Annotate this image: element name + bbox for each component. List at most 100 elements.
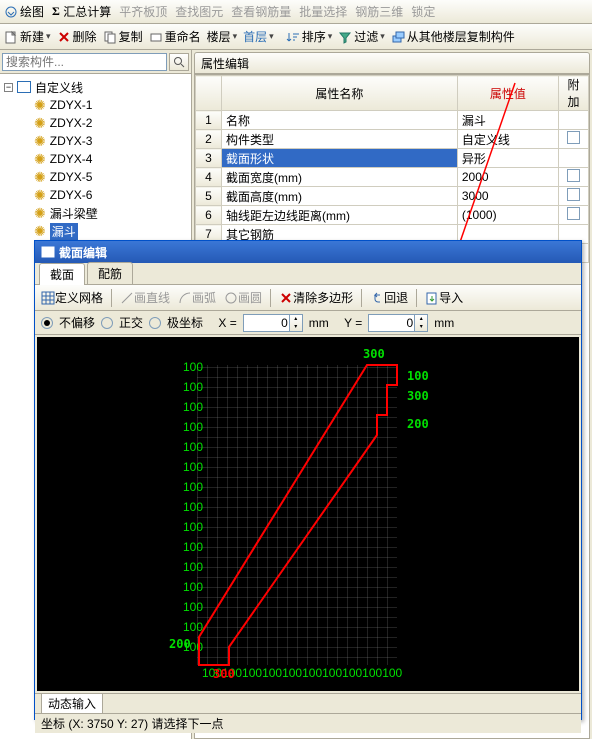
component-icon: ✺ [34, 116, 46, 130]
line-button[interactable]: 画直线 [120, 289, 170, 306]
dim-r3: 200 [407, 417, 429, 431]
tree-item-label: ZDYX-2 [50, 116, 93, 130]
window-title[interactable]: 截面编辑 [35, 241, 581, 263]
component-icon: ✺ [34, 98, 46, 112]
rename-button[interactable]: 重命名 [149, 28, 201, 45]
dynamic-input-button[interactable]: 动态输入 [41, 693, 103, 714]
extra-checkbox[interactable] [567, 169, 580, 182]
new-button[interactable]: 新建 [4, 28, 51, 45]
search-bar [0, 50, 191, 74]
delete-button[interactable]: 删除 [57, 28, 97, 45]
tree-item[interactable]: ✺ZDYX-4 [4, 150, 187, 168]
clear-button[interactable]: 清除多边形 [279, 289, 353, 306]
clear-icon [279, 291, 293, 305]
tree-item[interactable]: ✺ ZDYX-2 [4, 114, 187, 132]
search-input[interactable] [2, 53, 167, 71]
grid-icon [41, 291, 55, 305]
property-row[interactable]: 4截面宽度(mm)2000 [196, 168, 589, 187]
tree-item[interactable]: ✺ ZDYX-5 [4, 168, 187, 186]
dim-bl: 200 [169, 637, 191, 651]
property-row[interactable]: 6轴线距左边线距离(mm)(1000) [196, 206, 589, 225]
svg-text:100: 100 [183, 360, 203, 374]
ribbon-lock: 锁定 [411, 3, 435, 20]
property-row[interactable]: 2构件类型自定义线 [196, 130, 589, 149]
circle-icon [224, 291, 238, 305]
filter-icon [338, 30, 352, 44]
radio-ortho[interactable] [101, 317, 113, 329]
radio-polar[interactable] [149, 317, 161, 329]
tab-section[interactable]: 截面 [39, 263, 85, 285]
svg-text:100: 100 [183, 380, 203, 394]
editor-toolbar: 定义网格 画直线 画弧 画圆 清除多边形 回退 导入 [35, 285, 581, 311]
extra-checkbox[interactable] [567, 131, 580, 144]
collapse-icon[interactable]: − [4, 83, 13, 92]
circle-button[interactable]: 画圆 [224, 289, 262, 306]
tree-item-label: ZDYX-3 [50, 134, 93, 148]
main-toolbar: 新建 删除 复制 重命名 楼层 首层 排序 过滤 从其他楼层复制构件 [0, 24, 592, 50]
ribbon-draw[interactable]: 绘图 [4, 3, 44, 20]
import-button[interactable]: 导入 [425, 289, 463, 306]
sort-button[interactable]: 排序 [286, 28, 333, 45]
property-row[interactable]: 5截面高度(mm)3000 [196, 187, 589, 206]
tree-item-label: ZDYX-5 [50, 170, 93, 184]
tree-item-label: 漏斗 [50, 223, 78, 240]
arc-button[interactable]: 画弧 [178, 289, 216, 306]
property-editor-title: 属性编辑 [194, 52, 590, 74]
sort-icon [286, 30, 300, 44]
floor-dropdown[interactable]: 楼层 [207, 28, 238, 45]
tree-root-label: 自定义线 [35, 79, 83, 96]
radio-nooffset[interactable] [41, 317, 53, 329]
component-icon: ✺ [34, 224, 46, 238]
col-rownum [196, 76, 222, 111]
tree-item-label: ZDYX-6 [50, 188, 93, 202]
svg-text:100: 100 [183, 460, 203, 474]
svg-text:100: 100 [183, 580, 203, 594]
new-icon [4, 30, 18, 44]
svg-text:100: 100 [183, 620, 203, 634]
tree-item[interactable]: ✺ 漏斗 [4, 222, 187, 240]
import-icon [425, 291, 439, 305]
svg-text:100: 100 [183, 520, 203, 534]
tree-item[interactable]: ✺ ZDYX-1 [4, 96, 187, 114]
col-name[interactable]: 属性名称 [222, 76, 458, 111]
tree-item[interactable]: ✺漏斗梁壁 [4, 204, 187, 222]
copy-from-floor-button[interactable]: 从其他楼层复制构件 [391, 28, 515, 45]
tree-item[interactable]: ✺ZDYX-6 [4, 186, 187, 204]
y-input[interactable]: 0 [368, 314, 428, 332]
ribbon-align: 平齐板顶 [119, 3, 167, 20]
copy-icon [103, 30, 117, 44]
window-icon [41, 245, 55, 259]
x-input[interactable]: 0 [243, 314, 303, 332]
copy-floor-icon [391, 30, 405, 44]
rename-icon [149, 30, 163, 44]
dim-r2: 300 [407, 389, 429, 403]
ribbon-rebar-3d: 钢筋三维 [355, 3, 403, 20]
svg-text:100: 100 [183, 500, 203, 514]
property-row[interactable]: 3截面形状异形 [196, 149, 589, 168]
filter-button[interactable]: 过滤 [338, 28, 385, 45]
col-extra[interactable]: 附加 [559, 76, 589, 111]
component-icon: ✺ [34, 152, 46, 166]
svg-text:100: 100 [183, 600, 203, 614]
tree-item-label: ZDYX-1 [50, 98, 93, 112]
copy-button[interactable]: 复制 [103, 28, 143, 45]
search-button[interactable] [169, 53, 189, 71]
section-canvas[interactable]: 100100100 100100100 100100100 100100100 … [37, 337, 579, 691]
col-value[interactable]: 属性值 [457, 76, 558, 111]
tree-root[interactable]: − 自定义线 [4, 78, 187, 96]
property-row[interactable]: 1名称漏斗 [196, 111, 589, 130]
grid-def-button[interactable]: 定义网格 [41, 289, 103, 306]
coord-controls: 不偏移 正交 极坐标 X = 0 mm Y = 0 mm [35, 311, 581, 335]
component-icon: ✺ [34, 170, 46, 184]
tree-item[interactable]: ✺ZDYX-3 [4, 132, 187, 150]
dim-r1: 100 [407, 369, 429, 383]
tab-rebar[interactable]: 配筋 [87, 262, 133, 284]
search-icon [173, 56, 185, 68]
extra-checkbox[interactable] [567, 207, 580, 220]
section-editor-window: 截面编辑 截面 配筋 定义网格 画直线 画弧 画圆 清除多边形 [34, 240, 582, 720]
extra-checkbox[interactable] [567, 188, 580, 201]
first-floor-dropdown[interactable]: 首层 [243, 28, 274, 45]
svg-text:100: 100 [183, 420, 203, 434]
undo-button[interactable]: 回退 [370, 289, 408, 306]
ribbon-sum[interactable]: Σ 汇总计算 [52, 3, 111, 20]
